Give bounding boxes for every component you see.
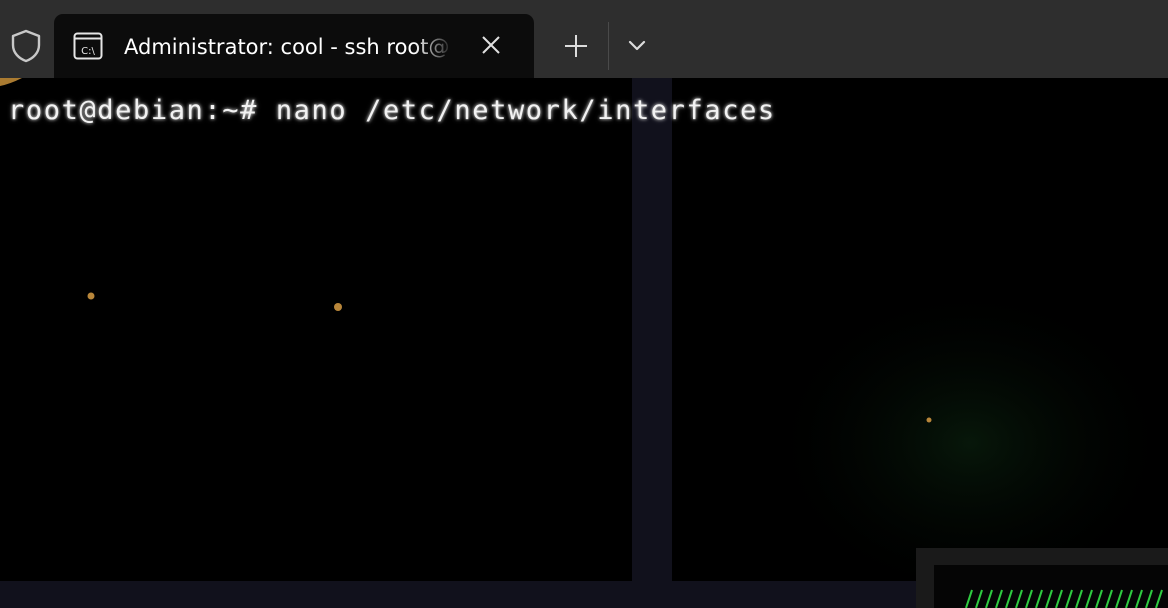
terminal-command-line[interactable]: root@debian:~# nano /etc/network/interfa… — [8, 94, 776, 128]
shield-icon — [10, 29, 42, 63]
tab-separator — [608, 22, 609, 70]
tab-bar: C:\ Administrator: cool - ssh root@ — [0, 0, 1168, 78]
chevron-down-icon[interactable] — [622, 32, 652, 60]
close-icon[interactable] — [478, 32, 504, 58]
terminal-background-image — [0, 78, 1168, 608]
terminal-window: C:\ Administrator: cool - ssh root@ root… — [0, 0, 1168, 608]
terminal-pane[interactable]: root@debian:~# nano /etc/network/interfa… — [0, 78, 1168, 608]
command-prompt-icon: C:\ — [73, 32, 103, 60]
command-prompt-icon-label: C:\ — [81, 46, 95, 57]
tab-active[interactable]: C:\ Administrator: cool - ssh root@ — [54, 14, 534, 78]
plus-icon[interactable] — [560, 30, 592, 62]
tab-title: Administrator: cool - ssh root@ — [124, 35, 450, 59]
